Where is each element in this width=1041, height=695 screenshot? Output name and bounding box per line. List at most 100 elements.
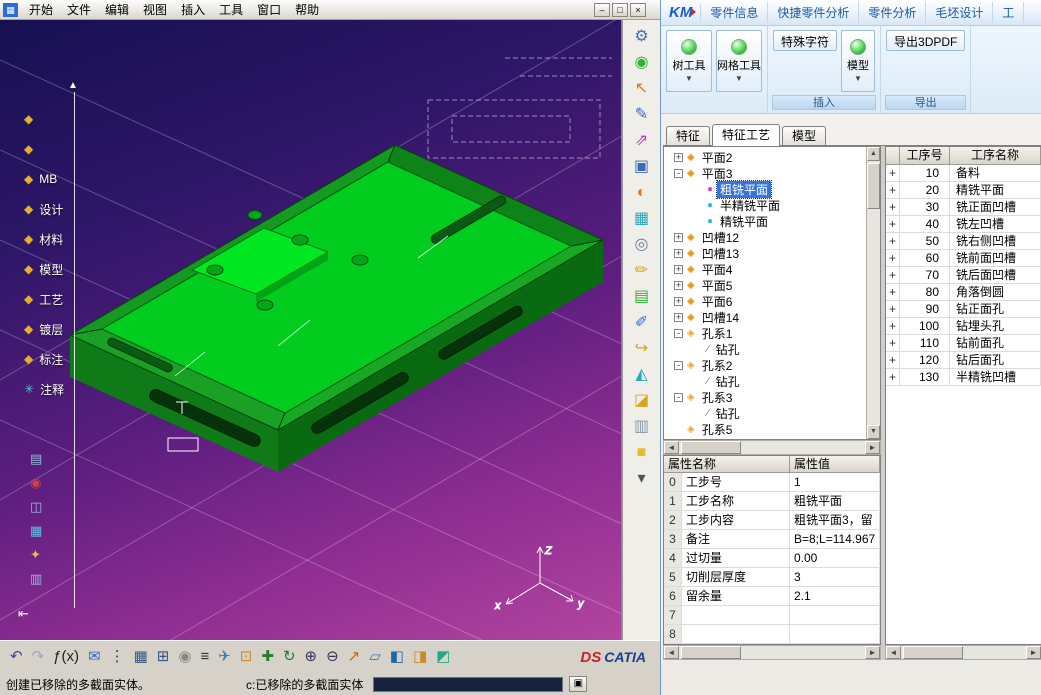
row-expand-icon[interactable]: +: [886, 216, 900, 232]
row-expand-icon[interactable]: +: [886, 199, 900, 215]
property-row[interactable]: 1 工步名称 粗铣平面: [664, 492, 880, 511]
menu-item[interactable]: 文件: [60, 0, 98, 19]
spec-tree-node[interactable]: ◆ 材料: [24, 224, 64, 254]
render-style-icon[interactable]: ◐: [637, 184, 647, 201]
scroll-left-icon[interactable]: ◄: [664, 646, 679, 659]
tree-row[interactable]: + ◆ 平面5: [664, 277, 880, 293]
property-value-cell[interactable]: 2.1: [790, 587, 880, 605]
row-expand-icon[interactable]: +: [886, 165, 900, 181]
fly-mode-icon[interactable]: ✈: [218, 649, 231, 665]
group-label-insert[interactable]: 插入: [772, 95, 876, 110]
tree-expander[interactable]: +: [674, 281, 683, 290]
row-expand-icon[interactable]: +: [886, 352, 900, 368]
view-tab[interactable]: 模型: [782, 126, 826, 145]
scroll-down-icon[interactable]: ▼: [867, 425, 880, 439]
row-expand-icon[interactable]: +: [886, 267, 900, 283]
status-tool-button[interactable]: ▣: [569, 676, 587, 692]
tree-row[interactable]: - ◆ 平面3: [664, 165, 880, 181]
tree-row[interactable]: ● 半精铣平面: [664, 197, 880, 213]
scroll-up-icon[interactable]: ▲: [867, 147, 880, 161]
property-row[interactable]: 7: [664, 606, 880, 625]
spec-tree-node[interactable]: ◆ 工艺: [24, 284, 64, 314]
export-3dpdf-button[interactable]: 导出3DPDF: [886, 30, 965, 51]
process-row[interactable]: + 70 铣后面凹槽: [886, 267, 1041, 284]
scroll-left-icon[interactable]: ◄: [886, 646, 901, 659]
tree-expander[interactable]: -: [674, 169, 683, 178]
property-row[interactable]: 5 切削层厚度 3: [664, 568, 880, 587]
undo-icon[interactable]: ↶: [10, 649, 23, 665]
property-value-cell[interactable]: 3: [790, 568, 880, 586]
scroll-thumb[interactable]: [681, 441, 741, 454]
star-icon[interactable]: ✦: [30, 548, 42, 562]
shade-view-icon[interactable]: ◨: [413, 649, 427, 665]
tree-expander[interactable]: -: [674, 393, 683, 402]
property-value-cell[interactable]: [790, 606, 880, 624]
row-expand-icon[interactable]: +: [886, 335, 900, 351]
tree-row[interactable]: ∕ 钻孔: [664, 405, 880, 421]
visibility-eye-icon[interactable]: ◉: [635, 54, 649, 71]
spec-tree-node[interactable]: ✳ 注释: [24, 374, 64, 404]
tree-expander[interactable]: +: [674, 249, 683, 258]
process-name-header[interactable]: 工序名称: [950, 147, 1041, 165]
process-row[interactable]: + 90 钻正面孔: [886, 301, 1041, 318]
mesh-cube-icon[interactable]: ▦: [634, 210, 649, 227]
scroll-thumb[interactable]: [903, 646, 963, 659]
tree-expander[interactable]: +: [674, 265, 683, 274]
tree-row[interactable]: + ◆ 平面2: [664, 149, 880, 165]
pan-icon[interactable]: ✚: [261, 649, 274, 665]
expand-column-header[interactable]: [886, 147, 900, 165]
fit-all-icon[interactable]: ⊡: [240, 649, 253, 665]
tree-row[interactable]: ∕ 钻孔: [664, 373, 880, 389]
tree-row[interactable]: + ◆ 平面4: [664, 261, 880, 277]
process-table-hscrollbar[interactable]: ◄ ►: [885, 645, 1041, 660]
iso-view-icon[interactable]: ▱: [369, 649, 381, 665]
list-icon[interactable]: ≡: [200, 649, 209, 665]
minimize-button[interactable]: –: [594, 3, 610, 17]
scroll-right-icon[interactable]: ►: [1026, 646, 1041, 659]
tree-row[interactable]: ● 精铣平面: [664, 213, 880, 229]
property-row[interactable]: 4 过切量 0.00: [664, 549, 880, 568]
redo-icon[interactable]: ↷: [32, 649, 45, 665]
property-row[interactable]: 0 工步号 1: [664, 473, 880, 492]
scroll-left-icon[interactable]: ◄: [664, 441, 679, 454]
ribbon-tab[interactable]: 毛坯设计: [926, 2, 993, 23]
process-row[interactable]: + 130 半精铣凹槽: [886, 369, 1041, 386]
ribbon-tab[interactable]: 快捷零件分析: [768, 2, 859, 23]
annotation-icon[interactable]: ✏: [635, 262, 648, 279]
tree-expander[interactable]: -: [674, 329, 683, 338]
marker-icon[interactable]: ◉: [30, 476, 42, 490]
tree-row[interactable]: ◈ 孔系5: [664, 421, 880, 437]
rotate-icon[interactable]: ↻: [283, 649, 296, 665]
process-row[interactable]: + 110 钻前面孔: [886, 335, 1041, 352]
menu-item[interactable]: 视图: [136, 0, 174, 19]
process-row[interactable]: + 30 铣正面凹槽: [886, 199, 1041, 216]
dropdown-caret-icon[interactable]: ▼: [685, 75, 693, 83]
spec-tree-collapse-icon[interactable]: ▲: [68, 80, 78, 91]
spec-tree-node[interactable]: ◆: [24, 104, 64, 134]
menu-item[interactable]: 插入: [174, 0, 212, 19]
spec-tree-node[interactable]: ◆ 设计: [24, 194, 64, 224]
options-dots-icon[interactable]: ⋮: [110, 649, 125, 665]
tree-vscrollbar[interactable]: ▲ ▼: [866, 147, 880, 439]
spec-tree-node[interactable]: ◆: [24, 134, 64, 164]
ribbon-tab[interactable]: 零件分析: [859, 2, 926, 23]
tree-row[interactable]: + ◆ 凹槽13: [664, 245, 880, 261]
row-expand-icon[interactable]: +: [886, 301, 900, 317]
tree-expander[interactable]: +: [674, 153, 683, 162]
tree-row[interactable]: - ◈ 孔系3: [664, 389, 880, 405]
target-icon[interactable]: ◎: [635, 236, 649, 253]
property-value-cell[interactable]: 粗铣平面3，留: [790, 511, 880, 529]
model-button[interactable]: 模型 ▼: [841, 30, 875, 92]
row-expand-icon[interactable]: +: [886, 182, 900, 198]
tree-expander[interactable]: +: [674, 313, 683, 322]
redirect-arrow-icon[interactable]: ↪: [635, 340, 648, 357]
formula-icon[interactable]: ƒ(x): [53, 649, 79, 665]
tree-row[interactable]: + ◆ 凹槽12: [664, 229, 880, 245]
spec-tree-node[interactable]: ◆ 标注: [24, 344, 64, 374]
property-value-cell[interactable]: [790, 625, 880, 643]
menu-item[interactable]: 编辑: [98, 0, 136, 19]
process-row[interactable]: + 50 铣右侧凹槽: [886, 233, 1041, 250]
process-row[interactable]: + 20 精铣平面: [886, 182, 1041, 199]
wireframe-view-icon[interactable]: ◩: [436, 649, 450, 665]
pen-icon[interactable]: ✐: [635, 314, 648, 331]
